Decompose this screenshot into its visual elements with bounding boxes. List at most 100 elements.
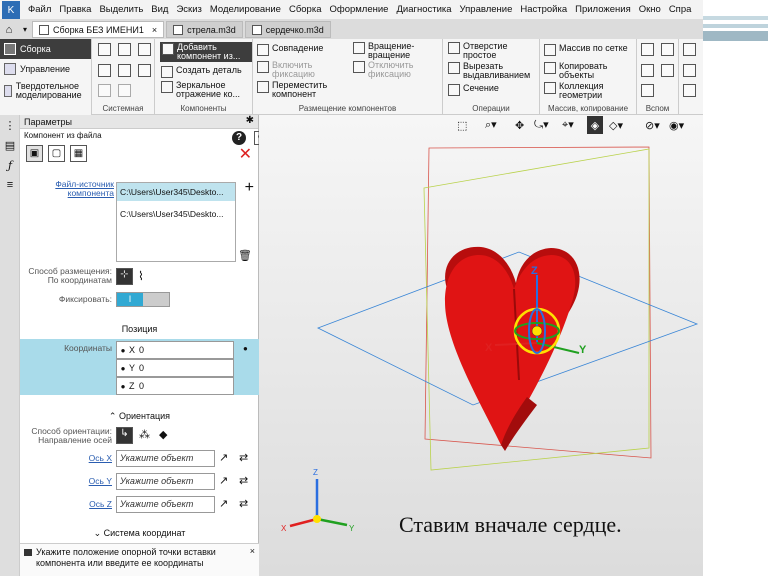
add-component-button[interactable]: Добавить компонент из... bbox=[160, 42, 252, 62]
tabs-dropdown-icon[interactable]: ▾ bbox=[18, 25, 32, 34]
curve-icon[interactable] bbox=[661, 64, 674, 77]
axis-x-link[interactable]: Ось X bbox=[89, 453, 112, 463]
save-icon[interactable] bbox=[138, 43, 151, 56]
undo-icon[interactable] bbox=[98, 84, 111, 97]
help-icon[interactable]: ? bbox=[232, 131, 246, 145]
axis-z-label[interactable]: Ось Z bbox=[22, 500, 112, 509]
trash-icon[interactable]: 🗑 bbox=[238, 249, 252, 262]
category-solid-modeling[interactable]: Твердотельное моделирование bbox=[0, 79, 91, 103]
source-file-link[interactable]: Файл-источник компонента bbox=[55, 179, 114, 198]
menu-diagnostics[interactable]: Диагностика bbox=[392, 4, 455, 15]
menu-settings[interactable]: Настройка bbox=[516, 4, 571, 15]
coordinate-system-section[interactable]: ⌄ Система координат bbox=[20, 528, 259, 539]
coord-z-field[interactable]: ● Z 0 bbox=[116, 377, 234, 395]
coord-y-field[interactable]: ● Y 0 bbox=[116, 359, 234, 377]
placement-coords-icon[interactable]: ⊹ bbox=[116, 268, 133, 285]
hole-button[interactable]: Отверстие простое bbox=[448, 42, 536, 60]
menu-assembly[interactable]: Сборка bbox=[285, 4, 326, 15]
list-item[interactable]: C:\Users\User345\Deskto... bbox=[117, 205, 235, 223]
swap-icon[interactable]: ⇄ bbox=[239, 474, 248, 487]
cancel-icon[interactable]: ✕ bbox=[239, 144, 252, 164]
source-file-list[interactable]: C:\Users\User345\Deskto... C:\Users\User… bbox=[116, 182, 236, 262]
category-assembly[interactable]: Сборка bbox=[0, 39, 91, 59]
axis-x-label[interactable]: Ось X bbox=[22, 454, 112, 463]
function-icon[interactable]: ƒ bbox=[0, 155, 20, 175]
rotation-button[interactable]: Вращение-вращение bbox=[353, 42, 433, 60]
mesh-array-button[interactable]: Массив по сетке bbox=[544, 44, 636, 56]
layers-icon[interactable]: ≡ bbox=[0, 175, 20, 195]
dot-icon[interactable]: ● bbox=[243, 344, 248, 353]
menu-select[interactable]: Выделить bbox=[95, 4, 147, 15]
point-icon[interactable] bbox=[641, 84, 654, 97]
tab-arrow-part[interactable]: стрела.m3d bbox=[166, 21, 243, 38]
arrow-diagonal-icon[interactable]: ↗ bbox=[219, 497, 228, 510]
close-icon[interactable]: × bbox=[250, 546, 255, 557]
menu-window[interactable]: Окно bbox=[635, 4, 665, 15]
orient-by-object-icon[interactable]: ◆ bbox=[159, 428, 167, 441]
tool-icon[interactable] bbox=[683, 64, 696, 77]
menu-applications[interactable]: Приложения bbox=[571, 4, 635, 15]
copy-icon[interactable] bbox=[138, 64, 151, 77]
tab-assembly[interactable]: Сборка БЕЗ ИМЕНИ1 × bbox=[32, 21, 165, 38]
list-item[interactable]: C:\Users\User345\Deskto... bbox=[117, 183, 235, 201]
add-icon[interactable]: + bbox=[245, 179, 254, 197]
parameters-icon[interactable]: ▤ bbox=[0, 135, 20, 155]
axis-z-link[interactable]: Ось Z bbox=[89, 499, 112, 509]
plane-icon[interactable] bbox=[641, 43, 654, 56]
axis-z-input[interactable]: Укажите объект bbox=[116, 496, 215, 513]
create-part-button[interactable]: Создать деталь bbox=[161, 66, 242, 78]
axis-y-label[interactable]: Ось Y bbox=[22, 477, 112, 486]
new-doc-icon[interactable] bbox=[98, 43, 111, 56]
arrow-diagonal-icon[interactable]: ↗ bbox=[219, 474, 228, 487]
enable-fix-button[interactable]: Включить фиксацию bbox=[257, 61, 327, 79]
open-folder-icon[interactable] bbox=[118, 43, 131, 56]
swap-icon[interactable]: ⇄ bbox=[239, 451, 248, 464]
from-library-icon[interactable]: ▦ bbox=[70, 145, 87, 162]
from-document-icon[interactable]: ▢ bbox=[48, 145, 65, 162]
group-system: Системная bbox=[92, 39, 155, 115]
cs-icon[interactable] bbox=[661, 43, 674, 56]
menu-modeling[interactable]: Моделирование bbox=[206, 4, 285, 15]
coord-x-field[interactable]: ● X 0 bbox=[116, 341, 234, 359]
axis-y-link[interactable]: Ось Y bbox=[89, 476, 112, 486]
axes-direction-icon[interactable]: ↳ bbox=[116, 427, 133, 444]
tab-heart-part[interactable]: сердечко.m3d bbox=[244, 21, 331, 38]
orient-by-points-icon[interactable]: ⁂ bbox=[139, 428, 150, 441]
cut-extrude-button[interactable]: Вырезать выдавливанием bbox=[448, 62, 540, 80]
arrow-diagonal-icon[interactable]: ↗ bbox=[219, 451, 228, 464]
section-button[interactable]: Сечение bbox=[448, 84, 499, 96]
menu-view[interactable]: Вид bbox=[147, 4, 172, 15]
orientation-section[interactable]: ⌃ Ориентация bbox=[20, 411, 259, 422]
axis-icon[interactable] bbox=[641, 64, 654, 77]
print-icon[interactable] bbox=[98, 64, 111, 77]
axis-x-input[interactable]: Укажите объект bbox=[116, 450, 215, 467]
home-icon[interactable]: ⌂ bbox=[0, 24, 18, 36]
menu-drafting[interactable]: Оформление bbox=[326, 4, 393, 15]
fix-toggle[interactable]: I bbox=[116, 292, 170, 307]
menu-sketch[interactable]: Эскиз bbox=[172, 4, 205, 15]
swap-icon[interactable]: ⇄ bbox=[239, 497, 248, 510]
geometry-collection-button[interactable]: Коллекция геометрии bbox=[544, 82, 624, 100]
from-file-icon[interactable]: ▣ bbox=[26, 145, 43, 162]
coincidence-button[interactable]: Совпадение bbox=[257, 44, 323, 56]
paperclip-icon[interactable]: ⌇ bbox=[138, 269, 144, 283]
move-component-button[interactable]: Переместить компонент bbox=[257, 81, 337, 99]
menu-help[interactable]: Спра bbox=[665, 4, 696, 15]
copy-objects-button[interactable]: Копировать объекты bbox=[544, 62, 624, 80]
tree-icon[interactable]: ⋮ bbox=[0, 115, 20, 135]
preview-icon[interactable] bbox=[118, 64, 131, 77]
mirror-component-button[interactable]: Зеркальное отражение ко... bbox=[161, 81, 251, 99]
menu-management[interactable]: Управление bbox=[456, 4, 517, 15]
tool-icon[interactable] bbox=[683, 84, 696, 97]
close-icon[interactable]: × bbox=[152, 25, 157, 35]
redo-icon[interactable] bbox=[118, 84, 131, 97]
3d-viewport[interactable]: ⬚ ⌕▾ ✥ ⤿▾ ⌖▾ ◈ ◇▾ ⊘▾ ◉▾ Z X Y Z X Y bbox=[259, 115, 703, 576]
menu-edit[interactable]: Правка bbox=[55, 4, 95, 15]
axis-y-input[interactable]: Укажите объект bbox=[116, 473, 215, 490]
tool-icon[interactable] bbox=[683, 43, 696, 56]
source-file-label[interactable]: Файл-источник компонента bbox=[22, 180, 114, 198]
menu-file[interactable]: Файл bbox=[24, 4, 55, 15]
category-management[interactable]: Управление bbox=[0, 59, 91, 79]
gear-icon[interactable]: ✱ bbox=[246, 115, 254, 126]
disable-fix-button[interactable]: Отключить фиксацию bbox=[353, 61, 433, 79]
